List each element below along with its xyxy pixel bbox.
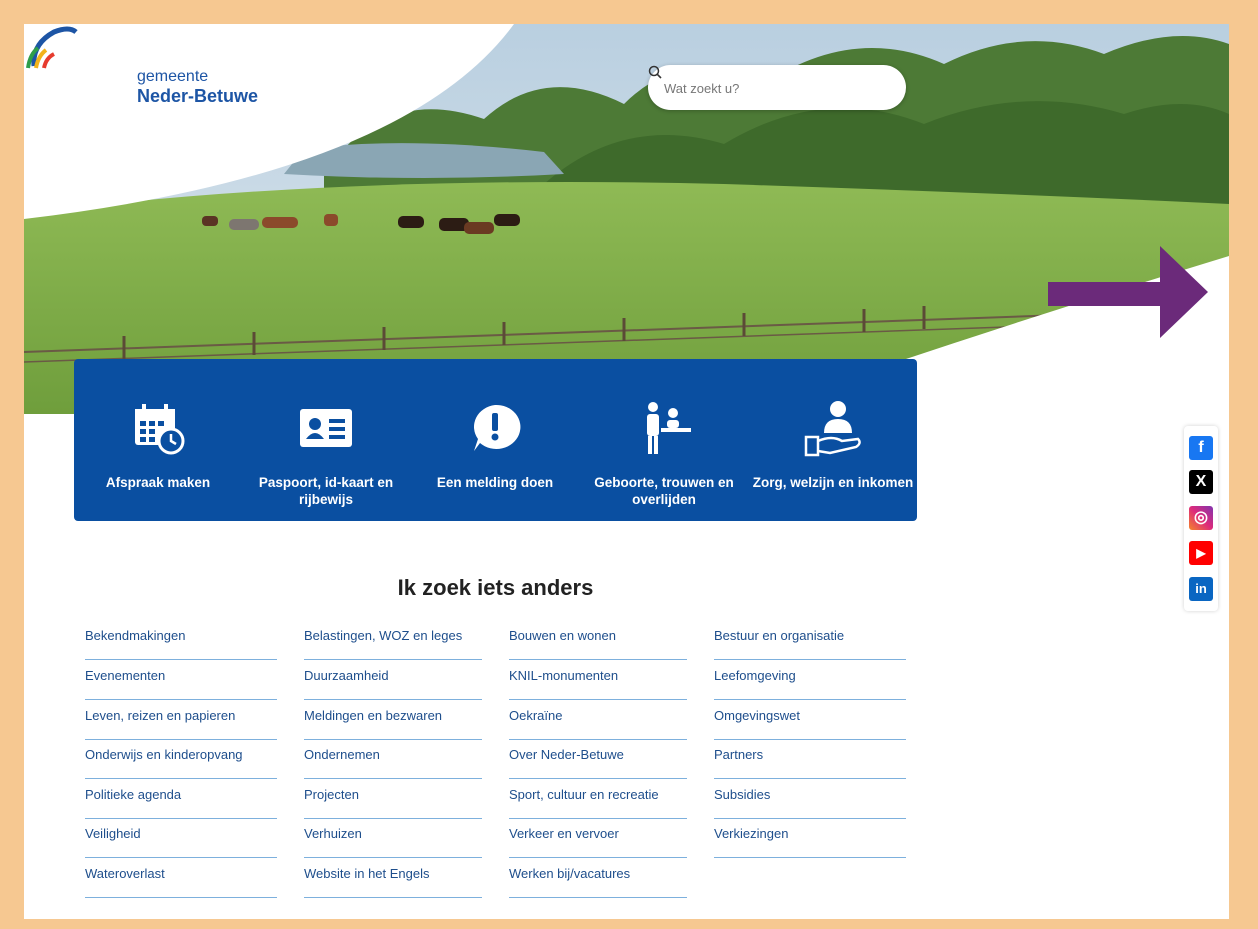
logo-line1[interactable]: gemeente [137,68,208,86]
hero-banner: gemeente Neder-Betuwe [24,24,1229,414]
link-item[interactable]: Meldingen en bezwaren [304,700,482,740]
annotation-arrow-icon [1048,246,1208,338]
link-item[interactable]: Onderwijs en kinderopvang [85,739,277,779]
link-item[interactable]: Subsidies [714,779,906,819]
link-item[interactable]: Wateroverlast [85,858,277,898]
link-item[interactable]: Partners [714,739,906,779]
logo-line2[interactable]: Neder-Betuwe [137,86,258,107]
link-item[interactable]: Bestuur en organisatie [714,620,906,660]
link-item[interactable]: Leven, reizen en papieren [85,700,277,740]
section-title: Ik zoek iets anders [397,575,594,600]
link-item[interactable]: Omgevingswet [714,700,906,740]
link-item[interactable]: Belastingen, WOZ en leges [304,620,482,660]
tile-label: Afspraak maken [105,475,211,490]
tile-afspraak-maken[interactable]: Afspraak maken [74,359,242,521]
link-item[interactable]: Leefomgeving [714,660,906,700]
youtube-icon[interactable]: ▶ [1189,541,1213,565]
id-card-icon [300,409,352,447]
people-counter-icon [647,402,691,454]
link-item[interactable]: Website in het Engels [304,858,482,898]
municipality-logo-icon [26,26,78,69]
link-item[interactable]: Duurzaamheid [304,660,482,700]
tile-label: Paspoort, id-kaart en rijbewijs [258,475,394,507]
link-item[interactable]: Ondernemen [304,739,482,779]
tile-zorg[interactable]: Zorg, welzijn en inkomen [749,359,917,521]
browser-viewport: gemeente Neder-Betuwe Wat zoekt u? Afspr… [24,24,1229,919]
facebook-icon[interactable]: f [1189,436,1213,460]
link-item[interactable]: Verkiezingen [714,818,906,858]
link-item[interactable]: Oekraïne [509,700,687,740]
link-item[interactable]: Projecten [304,779,482,819]
social-media-bar: f X ◎ ▶ in [1184,426,1218,611]
tile-melding-doen[interactable]: Een melding doen [411,359,579,521]
linkedin-icon[interactable]: in [1189,577,1213,601]
link-item[interactable]: Werken bij/vacatures [509,858,687,898]
link-item[interactable]: Politieke agenda [85,779,277,819]
link-item[interactable]: Bekendmakingen [85,620,277,660]
tile-label: Een melding doen [436,475,554,490]
care-hand-icon [804,401,861,457]
search-box [648,65,906,110]
link-item[interactable]: Verkeer en vervoer [509,818,687,858]
link-item[interactable]: Over Neder-Betuwe [509,739,687,779]
exclamation-bubble-icon [473,404,521,451]
link-item[interactable]: Verhuizen [304,818,482,858]
search-input[interactable] [662,77,866,99]
link-item[interactable]: Sport, cultuur en recreatie [509,779,687,819]
x-icon[interactable]: X [1189,470,1213,494]
calendar-clock-icon [135,404,185,455]
link-item[interactable]: Evenementen [85,660,277,700]
tile-label: Zorg, welzijn en inkomen [752,475,914,490]
link-item[interactable]: Veiligheid [85,818,277,858]
tile-label: Geboorte, trouwen en overlijden [594,475,734,507]
tile-paspoort[interactable]: Paspoort, id-kaart en rijbewijs [242,359,410,521]
instagram-icon[interactable]: ◎ [1189,506,1213,530]
link-item[interactable]: Bouwen en wonen [509,620,687,660]
quick-links-panel: Afspraak maken Paspoort, id-kaart en rij… [74,359,917,521]
link-item[interactable]: KNIL-monumenten [509,660,687,700]
tile-geboorte[interactable]: Geboorte, trouwen en overlijden [580,359,748,521]
search-icon[interactable] [648,65,662,79]
